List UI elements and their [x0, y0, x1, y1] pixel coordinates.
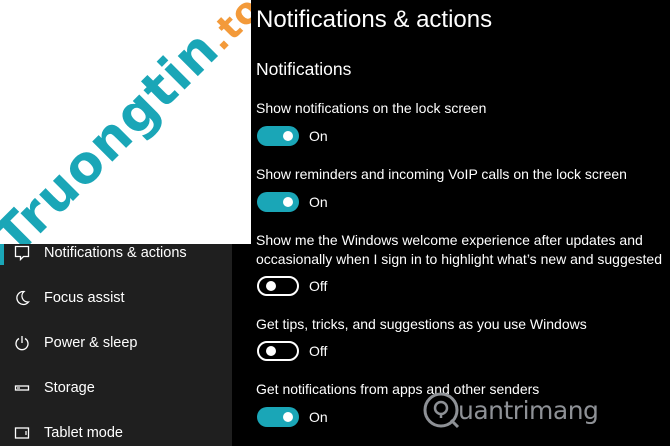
- sidebar-item-label: Power & sleep: [44, 335, 138, 351]
- sidebar-item-label: Storage: [44, 380, 95, 396]
- sidebar-item-tablet-mode[interactable]: Tablet mode: [0, 411, 232, 446]
- power-icon: [13, 334, 31, 352]
- sidebar-item-label: Tablet mode: [44, 425, 123, 441]
- toggle-state: On: [309, 128, 328, 144]
- watermark-text: uantrimang: [458, 395, 599, 425]
- toggle-state: Off: [309, 343, 328, 359]
- section-title: Notifications: [256, 59, 352, 79]
- toggle-knob: [266, 346, 276, 356]
- watermark-quantrimang: uantrimang: [421, 390, 599, 430]
- sidebar-item-focus-assist[interactable]: Focus assist: [0, 276, 232, 320]
- toggle-knob: [283, 197, 293, 207]
- lock-screen-notifications-toggle[interactable]: [257, 126, 299, 146]
- page-title: Notifications & actions: [256, 6, 493, 33]
- active-indicator: [0, 241, 4, 265]
- tips-suggestions-toggle[interactable]: [257, 341, 299, 361]
- toggle-knob: [283, 412, 293, 422]
- notification-icon: [13, 244, 31, 262]
- toggle-state: On: [309, 194, 328, 210]
- tablet-icon: [13, 424, 31, 442]
- app-notifications-toggle[interactable]: [257, 407, 299, 427]
- watermark-logo: Truongtin.top: [0, 0, 251, 244]
- sidebar-item-label: Focus assist: [44, 290, 125, 306]
- toggle-state: On: [309, 409, 328, 425]
- settings-content: Notifications & actions Notifications Sh…: [232, 0, 670, 446]
- toggle-knob: [266, 281, 276, 291]
- voip-reminders-toggle[interactable]: [257, 192, 299, 212]
- toggle-state: Off: [309, 278, 328, 294]
- sidebar-item-power-sleep[interactable]: Power & sleep: [0, 321, 232, 365]
- watermark-overlay: Truongtin.top: [0, 0, 251, 244]
- setting-label-voip: Show reminders and incoming VoIP calls o…: [256, 166, 627, 182]
- quantrimang-logo-icon: [423, 392, 460, 429]
- sidebar-item-storage[interactable]: Storage: [0, 366, 232, 410]
- welcome-experience-toggle[interactable]: [257, 276, 299, 296]
- setting-label-lock-screen: Show notifications on the lock screen: [256, 100, 487, 116]
- setting-label-welcome-line2: occasionally when I sign in to highlight…: [256, 251, 662, 267]
- storage-icon: [13, 379, 31, 397]
- toggle-knob: [283, 131, 293, 141]
- moon-icon: [13, 289, 31, 307]
- sidebar-item-label: Notifications & actions: [44, 245, 187, 261]
- setting-label-tips: Get tips, tricks, and suggestions as you…: [256, 316, 587, 332]
